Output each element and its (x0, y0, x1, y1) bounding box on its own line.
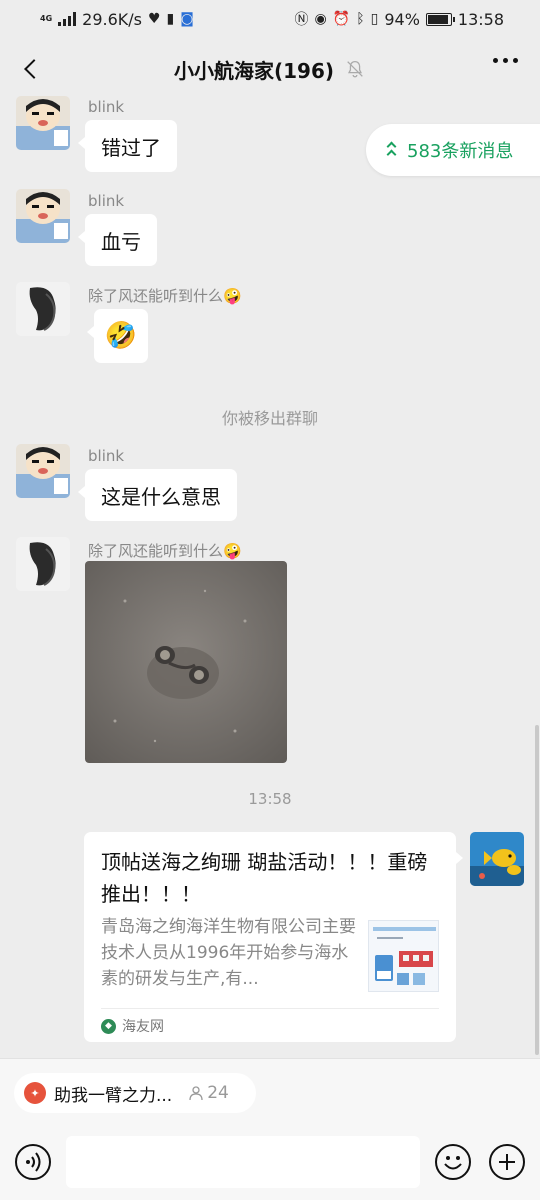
emoji-button[interactable] (435, 1144, 471, 1180)
card-source: ◆ 海友网 (101, 1016, 164, 1036)
message-text: 血亏 (101, 229, 141, 254)
source-name: 海友网 (122, 1019, 164, 1035)
more-options-button[interactable] (493, 58, 518, 63)
alarm-icon: ⏰ (332, 11, 351, 27)
face-sculpture-avatar-icon (16, 282, 70, 336)
more-functions-button[interactable] (489, 1144, 525, 1180)
lock-icon: ▮ (166, 11, 175, 27)
shared-link-card[interactable]: 顶帖送海之绚珊 瑚盐活动！！！重磅推出！！！ 青岛海之绚海洋生物有限公司主要技术… (84, 832, 463, 1042)
network-speed: 29.6K/s (82, 9, 142, 29)
battery-icon (425, 12, 455, 26)
group-task-chip[interactable]: ✦ 助我一臂之力... 24 (14, 1073, 256, 1113)
message-input[interactable] (66, 1136, 420, 1188)
sand-creature-photo (85, 561, 287, 763)
smiley-icon (444, 1156, 462, 1170)
chip-label: 助我一臂之力... (54, 1085, 173, 1106)
message-text: 这是什么意思 (101, 484, 221, 509)
new-messages-label: 583条新消息 (407, 141, 514, 162)
laughing-emoji-icon: 🤣 (104, 321, 138, 351)
battery-percent: 94% (384, 9, 420, 29)
card-divider (101, 1008, 439, 1009)
chat-header: 小小航海家(196) (0, 38, 540, 100)
message-timestamp: 13:58 (248, 790, 292, 808)
clock: 13:58 (457, 9, 504, 29)
cartoon-avatar-icon (16, 189, 70, 243)
back-arrow-icon (24, 59, 44, 79)
face-sculpture-avatar-icon (16, 537, 70, 591)
sender-name: 除了风还能听到什么🤪 (88, 542, 242, 560)
cartoon-avatar-icon (16, 444, 70, 498)
fish-avatar-icon (470, 832, 524, 886)
sender-name: blink (88, 192, 125, 210)
sender-name: blink (88, 447, 125, 465)
status-bar: 4G 29.6K/s ♥ ▮ ◙ Ⓝ ◉ ⏰ ᛒ ▯ 94% 13:58 (0, 0, 540, 38)
nfc-icon: Ⓝ (294, 12, 309, 28)
avatar-blink[interactable] (16, 444, 70, 498)
task-icon: ✦ (24, 1082, 46, 1104)
card-thumbnail (368, 920, 439, 992)
message-text: 错过了 (101, 135, 161, 160)
cartoon-avatar-icon (16, 96, 70, 150)
avatar-member[interactable] (16, 282, 70, 336)
product-thumbnail-image (369, 921, 438, 991)
bluetooth-icon: ᛒ (356, 11, 365, 27)
emoji-message-bubble[interactable]: 🤣 (87, 309, 148, 363)
card-description: 青岛海之绚海洋生物有限公司主要技术人员从1996年开始参与海水素的研发与生产,有… (101, 917, 356, 989)
system-notice: 你被移出群聊 (221, 409, 318, 428)
message-bubble[interactable]: 血亏 (78, 214, 157, 266)
sender-name: blink (88, 98, 125, 116)
voice-input-button[interactable] (15, 1144, 51, 1180)
double-chevron-up-icon (386, 141, 397, 159)
eye-icon: ◉ (314, 11, 327, 27)
back-button[interactable] (14, 52, 48, 86)
image-message[interactable] (85, 561, 287, 763)
heart-icon: ♥ (147, 11, 161, 27)
scrollbar[interactable] (535, 725, 539, 1055)
chat-title: 小小航海家(196) (173, 58, 335, 83)
avatar-blink[interactable] (16, 189, 70, 243)
sender-name: 除了风还能听到什么🤪 (88, 287, 242, 305)
network-type-icon: 4G (40, 15, 52, 23)
source-logo-icon: ◆ (101, 1018, 116, 1034)
app-notification-icon: ◙ (180, 11, 194, 27)
message-bubble[interactable]: 这是什么意思 (78, 469, 237, 521)
new-messages-button[interactable]: 583条新消息 (366, 124, 540, 176)
my-avatar[interactable] (470, 832, 524, 886)
avatar-blink[interactable] (16, 96, 70, 150)
network-type: 4G (40, 14, 53, 23)
bell-muted-icon (347, 61, 363, 78)
voice-icon (26, 1152, 41, 1172)
message-bubble[interactable]: 错过了 (78, 120, 177, 172)
count-value: 24 (207, 1083, 229, 1103)
participant-count: 24 (188, 1083, 229, 1103)
vibrate-icon: ▯ (370, 11, 379, 27)
avatar-member[interactable] (16, 537, 70, 591)
signal-icon (58, 12, 77, 26)
person-icon (189, 1086, 203, 1101)
card-title: 顶帖送海之绚珊 瑚盐活动！！！重磅推出！！！ (101, 850, 428, 906)
